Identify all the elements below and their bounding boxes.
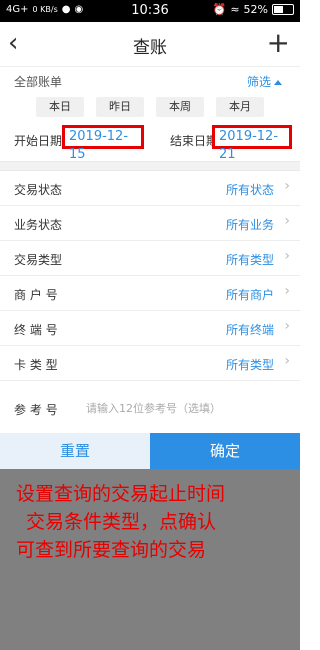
quick-date-this-month[interactable]: 本月 <box>216 97 264 117</box>
chevron-right-icon: › <box>284 318 290 334</box>
quick-date-today[interactable]: 本日 <box>36 97 84 117</box>
chevron-right-icon: › <box>284 353 290 369</box>
section-divider <box>0 161 300 171</box>
annotation-line-3: 可查到所要查询的交易 <box>16 539 207 561</box>
condition-label: 终 端 号 <box>14 323 58 337</box>
wifi-icon: ≈ <box>230 3 240 16</box>
battery-percent: 52% <box>243 3 268 16</box>
plus-icon[interactable]: + <box>267 26 290 59</box>
caret-up-icon <box>274 80 282 85</box>
condition-label: 交易类型 <box>14 253 63 267</box>
condition-value: 所有终端 <box>225 323 274 337</box>
condition-value: 所有类型 <box>225 253 274 267</box>
filter-label: 筛选 <box>246 75 271 89</box>
filter-button[interactable]: 筛选 <box>247 73 282 90</box>
page-title: 查账 <box>133 38 167 58</box>
filter-bar: 全部账单 筛选 <box>0 67 300 91</box>
condition-label: 业务状态 <box>14 218 63 232</box>
all-bills-label: 全部账单 <box>14 75 63 89</box>
status-right: ⏰ ≈ 52% <box>213 3 294 16</box>
status-bar: 4G+ 0 KB/s ● ◉ 10:36 ⏰ ≈ 52% <box>0 0 300 22</box>
chevron-right-icon: › <box>284 178 290 194</box>
condition-label: 商 户 号 <box>14 288 58 302</box>
condition-row-card-type[interactable]: 卡 类 型 所有类型 › <box>0 346 300 381</box>
nav-bar: ‹ 查账 + <box>0 22 300 67</box>
condition-value: 所有商户 <box>225 288 274 302</box>
annotation-line-1: 设置查询的交易起止时间 <box>16 483 226 505</box>
start-date-field[interactable]: 2019-12-15 <box>62 125 144 162</box>
chevron-right-icon: › <box>284 283 290 299</box>
end-date-field[interactable]: 2019-12-21 <box>212 125 292 162</box>
condition-value: 所有类型 <box>225 358 274 372</box>
condition-label: 交易状态 <box>14 183 63 197</box>
reset-button[interactable]: 重置 <box>0 433 150 469</box>
alarm-icon: ⏰ <box>212 3 227 16</box>
chevron-right-icon: › <box>284 213 290 229</box>
condition-row-business-status[interactable]: 业务状态 所有业务 › <box>0 206 300 241</box>
annotation-line-2: 交易条件类型，点确认 <box>26 511 217 533</box>
chevron-right-icon: › <box>284 248 290 264</box>
annotation-text: 设置查询的交易起止时间 交易条件类型，点确认 可查到所要查询的交易 <box>0 480 300 564</box>
start-date-label: 开始日期 <box>14 134 63 148</box>
date-range-row: 开始日期 2019-12-15 结束日期 2019-12-21 <box>0 121 300 162</box>
condition-row-merchant-id[interactable]: 商 户 号 所有商户 › <box>0 276 300 311</box>
condition-value: 所有业务 <box>225 218 274 232</box>
battery-icon <box>272 4 294 15</box>
quick-date-this-week[interactable]: 本周 <box>156 97 204 117</box>
condition-value: 所有状态 <box>225 183 274 197</box>
condition-row-transaction-status[interactable]: 交易状态 所有状态 › <box>0 171 300 206</box>
reference-row: 参 考 号 <box>0 389 300 429</box>
condition-row-transaction-type[interactable]: 交易类型 所有类型 › <box>0 241 300 276</box>
condition-row-terminal-id[interactable]: 终 端 号 所有终端 › <box>0 311 300 346</box>
end-date-label: 结束日期 <box>170 134 219 148</box>
condition-label: 卡 类 型 <box>14 358 58 372</box>
quick-date-group: 本日 昨日 本周 本月 <box>0 97 300 117</box>
reference-input[interactable] <box>84 395 288 421</box>
reference-label: 参 考 号 <box>14 403 58 417</box>
action-bar: 重置 确定 <box>0 433 300 469</box>
quick-date-yesterday[interactable]: 昨日 <box>96 97 144 117</box>
confirm-button[interactable]: 确定 <box>150 433 300 469</box>
